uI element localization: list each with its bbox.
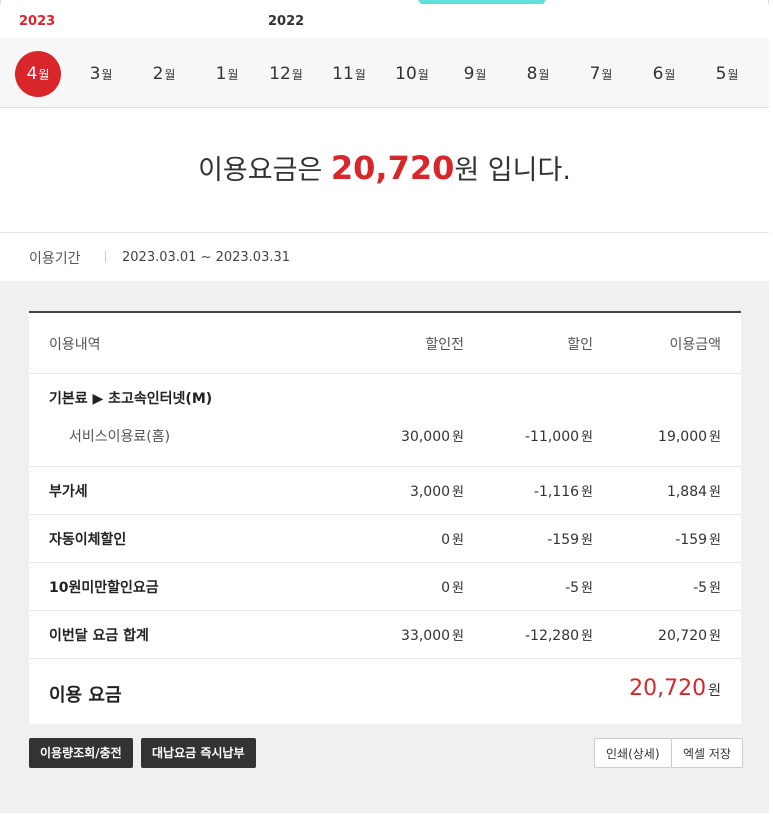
year-previous: 2022 bbox=[268, 14, 305, 29]
month-tab-10[interactable]: 10월 bbox=[389, 51, 435, 97]
table-header: 이용내역 할인전 할인 이용금액 bbox=[29, 313, 741, 374]
year-row: 2023 2022 bbox=[0, 4, 769, 38]
table-row: 부가세 3,000 원 -1,116 원 1,884 원 bbox=[29, 467, 741, 515]
bill-detail-table: 이용내역 할인전 할인 이용금액 기본료 ▶ 초고속인터넷(M) 서비스이용료(… bbox=[29, 311, 741, 724]
month-tab-6[interactable]: 6월 bbox=[641, 51, 687, 97]
period-label: 이용기간 bbox=[29, 251, 81, 267]
month-tab-11[interactable]: 11월 bbox=[326, 51, 372, 97]
month-tab-2[interactable]: 2월 bbox=[141, 51, 187, 97]
table-row: 10원미만할인요금 0원 -5 원 -5 원 bbox=[29, 563, 741, 611]
bill-detail-area: 이용내역 할인전 할인 이용금액 기본료 ▶ 초고속인터넷(M) 서비스이용료(… bbox=[0, 281, 769, 813]
total-amount: 20,720 bbox=[629, 676, 707, 701]
fee-summary-text: 이용요금은 20,720원 입니다. bbox=[198, 149, 571, 187]
usage-check-button[interactable]: 이용량조회/충전 bbox=[29, 738, 133, 768]
month-tab-7[interactable]: 7월 bbox=[578, 51, 624, 97]
usage-period: 이용기간 2023.03.01 ~ 2023.03.31 bbox=[0, 232, 769, 282]
table-row-base-fee: 기본료 ▶ 초고속인터넷(M) 서비스이용료(홈) 30,000 원 -11,00… bbox=[29, 374, 741, 467]
period-value: 2023.03.01 ~ 2023.03.31 bbox=[122, 250, 291, 265]
table-row: 자동이체할인 0원 -159 원 -159 원 bbox=[29, 515, 741, 563]
fee-summary: 이용요금은 20,720원 입니다. bbox=[0, 108, 769, 232]
table-row-subtotal: 이번달 요금 합계 33,000 원 -12,280 원 20,720 원 bbox=[29, 611, 741, 659]
month-tab-3[interactable]: 3월 bbox=[78, 51, 124, 97]
month-selector: 4월 3월 2월 1월 12월 11월 10월 9월 8월 7월 6월 5월 bbox=[0, 38, 769, 108]
excel-save-button[interactable]: 엑셀 저장 bbox=[671, 738, 743, 768]
month-tab-8[interactable]: 8월 bbox=[515, 51, 561, 97]
month-tab-4[interactable]: 4월 bbox=[15, 51, 61, 97]
year-current: 2023 bbox=[19, 14, 56, 29]
month-tab-9[interactable]: 9월 bbox=[452, 51, 498, 97]
month-tab-5[interactable]: 5월 bbox=[704, 51, 750, 97]
month-tab-1[interactable]: 1월 bbox=[204, 51, 250, 97]
instant-pay-button[interactable]: 대납요금 즉시납부 bbox=[141, 738, 256, 768]
fee-amount: 20,720 bbox=[330, 149, 455, 187]
table-row-total: 이용 요금 20,720 원 bbox=[49, 676, 721, 706]
month-tab-12[interactable]: 12월 bbox=[263, 51, 309, 97]
divider bbox=[105, 251, 106, 263]
print-button[interactable]: 인쇄(상세) bbox=[594, 738, 672, 768]
